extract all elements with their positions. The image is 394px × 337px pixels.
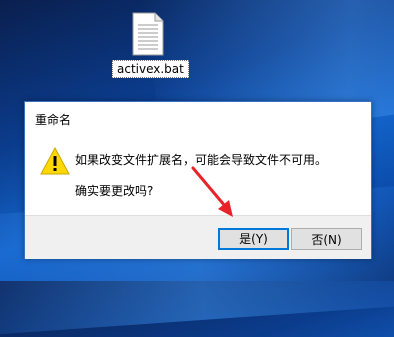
red-arrow-annotation (191, 166, 233, 217)
file-name-label[interactable]: activex.bat (112, 60, 189, 78)
yes-button[interactable]: 是(Y) (218, 228, 289, 250)
warning-icon (40, 146, 70, 175)
dialog-question: 确实要更改吗? (75, 184, 154, 198)
desktop-file-activex[interactable]: activex.bat (112, 12, 189, 87)
no-button[interactable]: 否(N) (291, 228, 362, 250)
dialog-title: 重命名 (35, 113, 72, 127)
text-file-icon (132, 12, 164, 56)
